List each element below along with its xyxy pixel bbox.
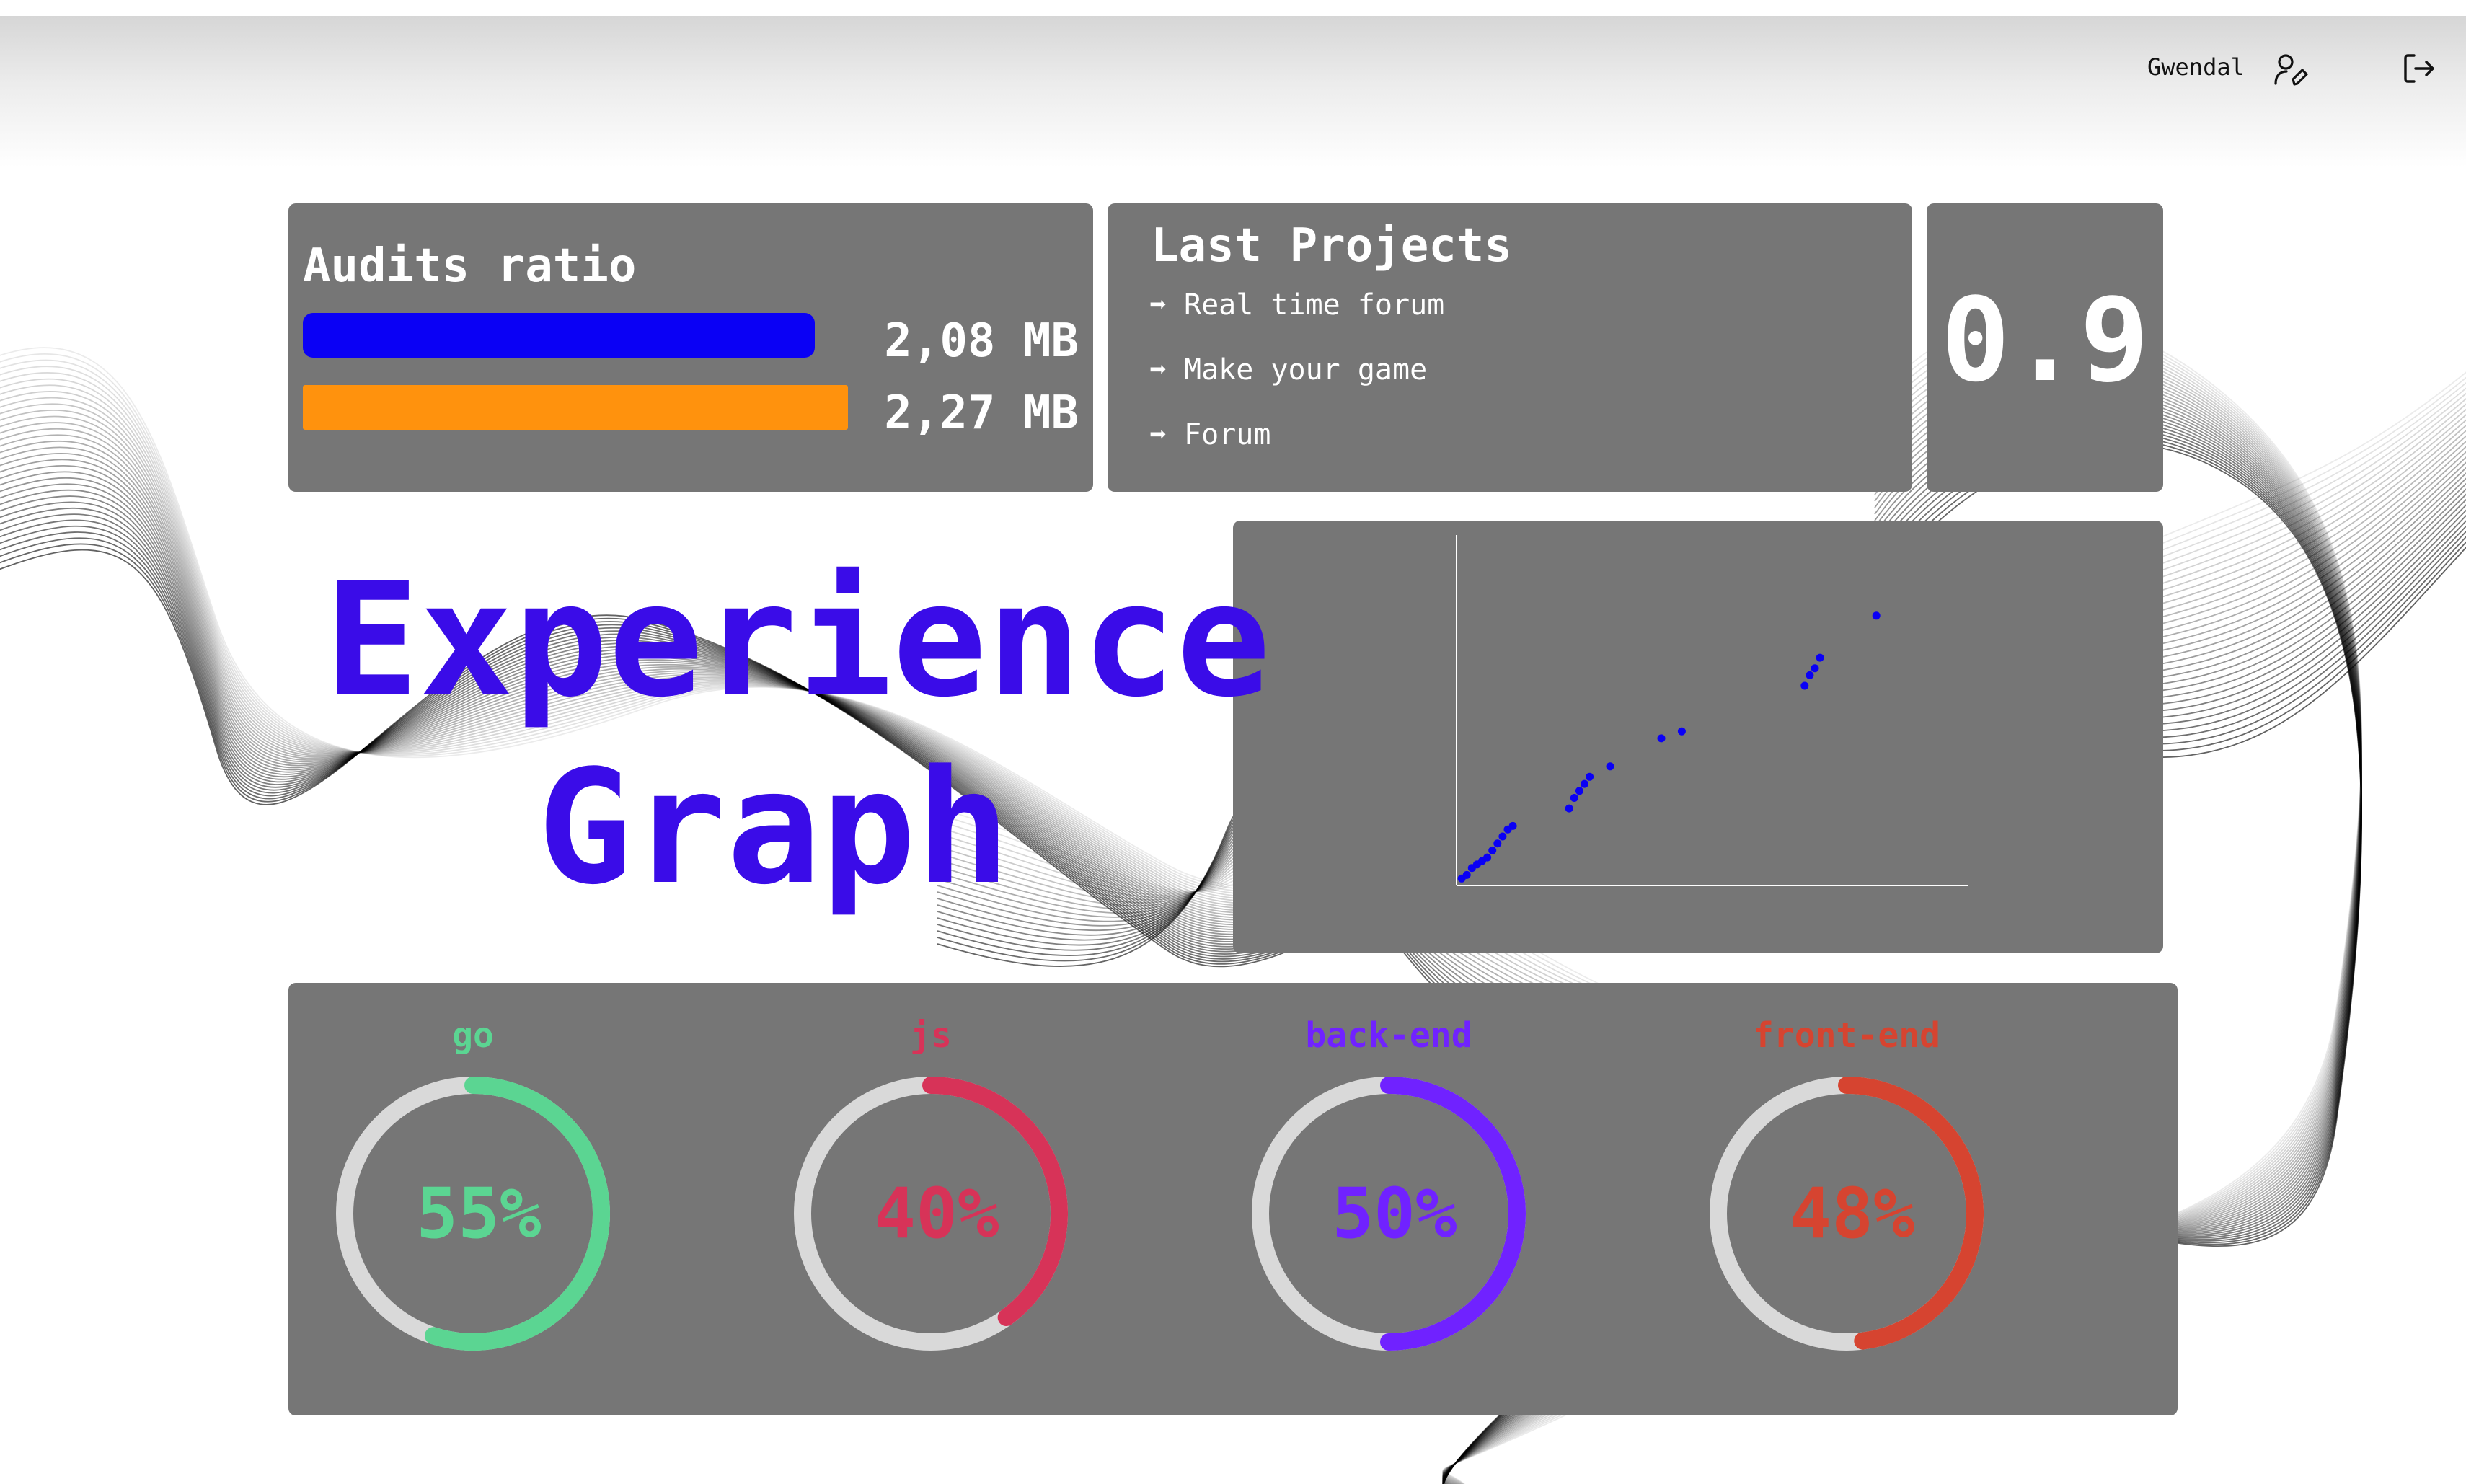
experience-chart-card bbox=[1233, 521, 2163, 953]
ratio-card: 0.9 bbox=[1927, 203, 2163, 492]
project-item[interactable]: ➡ Real time forum bbox=[1149, 288, 1444, 353]
experience-title: Experience bbox=[324, 549, 1271, 732]
project-item[interactable]: ➡ Make your game bbox=[1149, 353, 1444, 418]
xp-point bbox=[1606, 762, 1614, 771]
arrow-right-icon: ➡ bbox=[1149, 353, 1167, 387]
xp-point bbox=[1811, 664, 1819, 673]
skill-go: go 55% bbox=[293, 983, 653, 1415]
logout-icon[interactable] bbox=[2401, 50, 2437, 87]
xp-point bbox=[1586, 772, 1594, 781]
xp-point bbox=[1575, 787, 1583, 795]
skill-js: js 40% bbox=[751, 983, 1111, 1415]
xp-point bbox=[1462, 870, 1471, 879]
xp-point bbox=[1816, 653, 1824, 662]
xp-point bbox=[1488, 846, 1497, 854]
ratio-value: 0.9 bbox=[1940, 273, 2149, 407]
skill-percent: 48% bbox=[1790, 1173, 1915, 1254]
xp-point bbox=[1581, 779, 1588, 788]
skills-card: go 55% js 40% back-end 50% front-end 48% bbox=[288, 983, 2178, 1415]
skill-percent: 55% bbox=[416, 1173, 542, 1254]
user-edit-icon[interactable] bbox=[2273, 52, 2309, 88]
skill-donut-back-end: 50% bbox=[1252, 1077, 1526, 1351]
xp-point bbox=[1872, 611, 1881, 620]
project-name: Forum bbox=[1184, 418, 1271, 451]
audit-done-bar bbox=[303, 313, 815, 358]
project-name: Make your game bbox=[1184, 353, 1428, 387]
audit-received-bar bbox=[303, 385, 848, 430]
project-item[interactable]: ➡ Forum bbox=[1149, 418, 1444, 483]
arrow-right-icon: ➡ bbox=[1149, 418, 1167, 451]
skill-label: js bbox=[910, 1015, 952, 1056]
skill-donut-go: 55% bbox=[336, 1077, 610, 1351]
project-name: Real time forum bbox=[1184, 288, 1445, 322]
skill-front-end: front-end 48% bbox=[1666, 983, 2027, 1415]
project-list: ➡ Real time forum ➡ Make your game ➡ For… bbox=[1149, 288, 1444, 483]
xp-point bbox=[1657, 734, 1666, 743]
xp-point bbox=[1806, 671, 1814, 679]
audit-done-value: 2,08 MB bbox=[884, 314, 1079, 368]
skill-label: front-end bbox=[1752, 1015, 1941, 1056]
top-bar bbox=[0, 16, 2466, 167]
user-name: Gwendal bbox=[2147, 53, 2245, 81]
skill-donut-front-end: 48% bbox=[1710, 1077, 1984, 1351]
xp-point bbox=[1677, 727, 1686, 736]
skill-label: back-end bbox=[1305, 1015, 1472, 1056]
skill-percent: 40% bbox=[874, 1173, 999, 1254]
xp-point bbox=[1800, 681, 1809, 690]
arrow-right-icon: ➡ bbox=[1149, 288, 1167, 322]
audit-ratio-card: Audits ratio 2,08 MB 2,27 MB bbox=[288, 203, 1093, 492]
audit-ratio-title: Audits ratio bbox=[303, 239, 637, 293]
skill-donut-js: 40% bbox=[794, 1077, 1068, 1351]
last-projects-title: Last Projects bbox=[1151, 219, 1512, 273]
skill-percent: 50% bbox=[1332, 1173, 1457, 1254]
skill-back-end: back-end 50% bbox=[1208, 983, 1569, 1415]
audit-received-value: 2,27 MB bbox=[884, 387, 1079, 440]
xp-point bbox=[1565, 804, 1573, 813]
xp-point bbox=[1570, 794, 1578, 802]
xp-point bbox=[1508, 821, 1517, 830]
xp-point bbox=[1493, 839, 1502, 848]
experience-scatter-chart bbox=[1456, 535, 1968, 886]
last-projects-card: Last Projects ➡ Real time forum ➡ Make y… bbox=[1108, 203, 1912, 492]
xp-point bbox=[1483, 853, 1492, 862]
skill-label: go bbox=[452, 1015, 494, 1056]
graph-title: Graph bbox=[537, 737, 1011, 919]
xp-point bbox=[1498, 832, 1507, 841]
